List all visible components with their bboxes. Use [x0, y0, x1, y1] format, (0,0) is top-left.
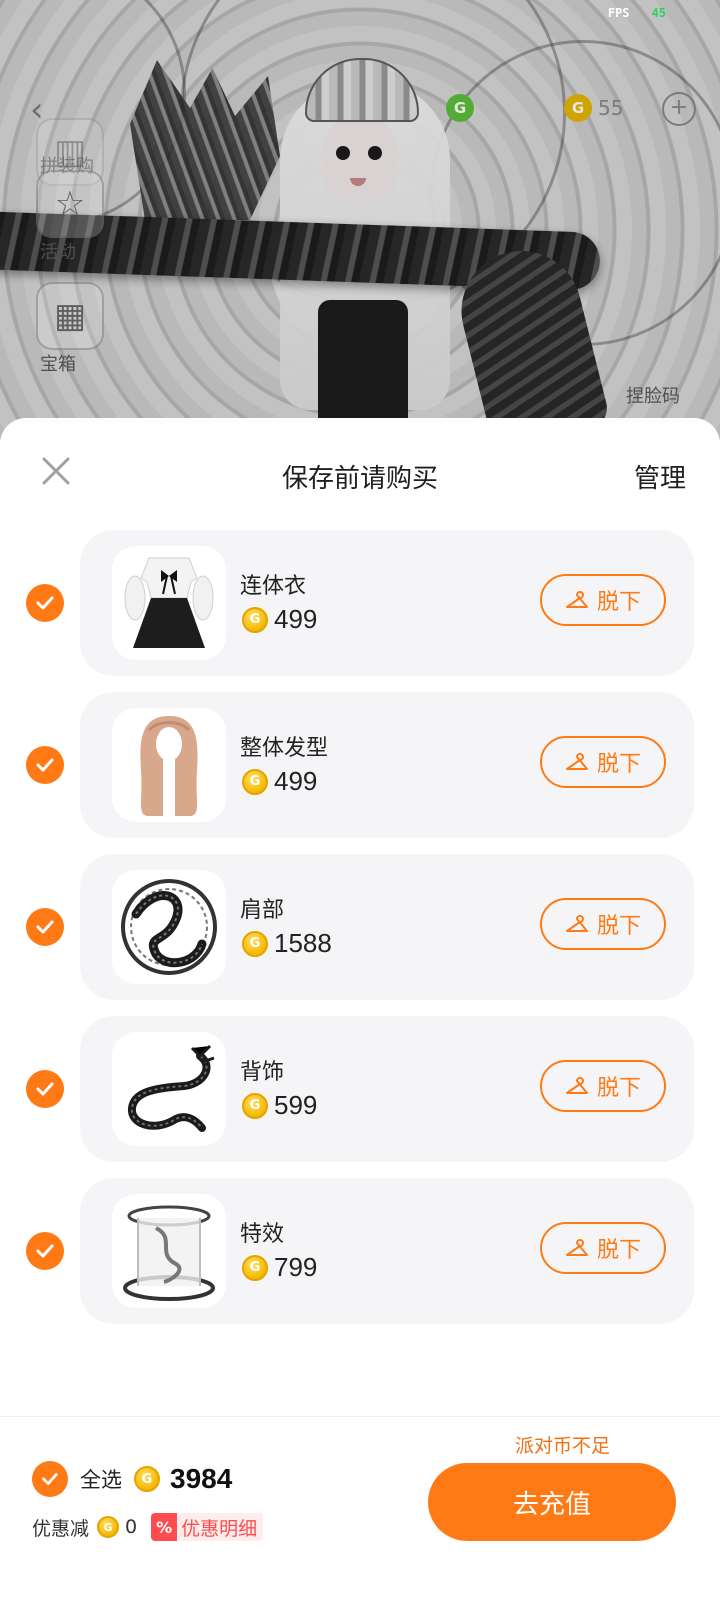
select-all-label: 全选 [80, 1468, 122, 1492]
item-thumbnail [112, 1194, 226, 1308]
item-card[interactable]: 肩部 G 1588 脱下 [80, 854, 694, 1000]
scrim[interactable] [0, 0, 720, 440]
item-name: 背饰 [240, 1060, 285, 1085]
party-coin-icon: G [134, 1466, 160, 1492]
party-coin-icon: G [242, 768, 268, 795]
effect-icon [123, 1205, 215, 1301]
take-off-button[interactable]: 脱下 [540, 574, 666, 626]
take-off-label: 脱下 [596, 1076, 641, 1101]
item-price: G 1588 [242, 928, 332, 959]
select-all-toggle[interactable]: 全选 G 3984 [32, 1461, 232, 1497]
item-card[interactable]: 整体发型 G 499 脱下 [80, 692, 694, 838]
party-coin-icon: G [242, 1092, 268, 1119]
item-checkbox[interactable] [26, 1070, 64, 1108]
party-coin-icon: G [242, 606, 268, 633]
party-coin-icon: G [242, 1254, 268, 1281]
discount-row: 优惠减 G 0 % 优惠明细 [32, 1513, 264, 1541]
item-list: 连体衣 G 499 脱下 整体发型 G 499 脱下 肩部 G 1588 脱下 … [0, 530, 720, 1340]
hanger-icon [565, 1238, 589, 1258]
take-off-label: 脱下 [596, 752, 641, 777]
promo-detail-label: 优惠明细 [181, 1517, 258, 1540]
take-off-button[interactable]: 脱下 [540, 1222, 666, 1274]
item-name: 肩部 [240, 898, 285, 923]
item-card[interactable]: 连体衣 G 499 脱下 [80, 530, 694, 676]
select-all-checkbox[interactable] [32, 1461, 68, 1497]
take-off-button[interactable]: 脱下 [540, 898, 666, 950]
item-checkbox[interactable] [26, 1232, 64, 1270]
item-price: G 499 [242, 766, 317, 797]
dress-icon [124, 557, 214, 648]
item-price: G 499 [242, 604, 317, 635]
take-off-button[interactable]: 脱下 [540, 736, 666, 788]
manage-button[interactable]: 管理 [634, 458, 686, 495]
item-checkbox[interactable] [26, 746, 64, 784]
item-thumbnail [112, 1032, 226, 1146]
check-icon [36, 596, 54, 610]
recharge-button[interactable]: 去充值 [428, 1463, 676, 1541]
item-price-value: 799 [274, 1252, 318, 1282]
check-icon [36, 1244, 54, 1258]
total-price: 3984 [170, 1463, 233, 1494]
hanger-icon [565, 752, 589, 772]
item-price-value: 1588 [274, 928, 332, 958]
insufficient-balance-notice: 派对币不足 [514, 1435, 610, 1457]
take-off-label: 脱下 [596, 914, 641, 939]
item-price-value: 599 [274, 1090, 318, 1120]
item-checkbox[interactable] [26, 908, 64, 946]
sheet-header: 保存前请购买 管理 [0, 418, 720, 528]
hanger-icon [565, 590, 589, 610]
check-icon [36, 758, 54, 772]
item-thumbnail [112, 546, 226, 660]
item-price: G 799 [242, 1252, 317, 1283]
item-thumbnail [112, 870, 226, 984]
check-icon [36, 920, 54, 934]
fps-counter: FPS 45 [608, 6, 666, 20]
fps-value: 45 [651, 6, 666, 20]
percent-icon: % [151, 1513, 178, 1541]
item-price-value: 499 [274, 766, 318, 796]
fps-label: FPS [607, 6, 630, 20]
list-item: 特效 G 799 脱下 [0, 1178, 720, 1340]
item-checkbox[interactable] [26, 584, 64, 622]
party-coin-icon: G [242, 930, 268, 957]
checkout-bar: 派对币不足 全选 G 3984 优惠减 G 0 % 优惠明细 去充值 [0, 1416, 720, 1601]
list-item: 整体发型 G 499 脱下 [0, 692, 720, 854]
list-item: 连体衣 G 499 脱下 [0, 530, 720, 692]
item-card[interactable]: 背饰 G 599 脱下 [80, 1016, 694, 1162]
discount-label: 优惠减 [32, 1517, 90, 1540]
hairstyle-icon [140, 716, 198, 816]
item-card[interactable]: 特效 G 799 脱下 [80, 1178, 694, 1324]
item-price: G 599 [242, 1090, 317, 1121]
take-off-label: 脱下 [596, 590, 641, 615]
discount-value: 0 [125, 1516, 138, 1538]
item-price-value: 499 [274, 604, 318, 634]
check-icon [36, 1082, 54, 1096]
item-name: 连体衣 [240, 574, 307, 599]
hanger-icon [565, 1076, 589, 1096]
dragon-back-icon [127, 1044, 215, 1132]
list-item: 背饰 G 599 脱下 [0, 1016, 720, 1178]
take-off-button[interactable]: 脱下 [540, 1060, 666, 1112]
item-name: 整体发型 [240, 736, 329, 761]
take-off-label: 脱下 [596, 1238, 641, 1263]
hanger-icon [565, 914, 589, 934]
sheet-title: 保存前请购买 [281, 464, 438, 494]
item-name: 特效 [240, 1222, 285, 1247]
party-coin-icon: G [97, 1516, 120, 1538]
list-item: 肩部 G 1588 脱下 [0, 854, 720, 1016]
dragon-shoulder-icon [121, 879, 217, 975]
item-thumbnail [112, 708, 226, 822]
check-icon [42, 1473, 58, 1485]
promo-detail-button[interactable]: % 优惠明细 [151, 1513, 264, 1541]
